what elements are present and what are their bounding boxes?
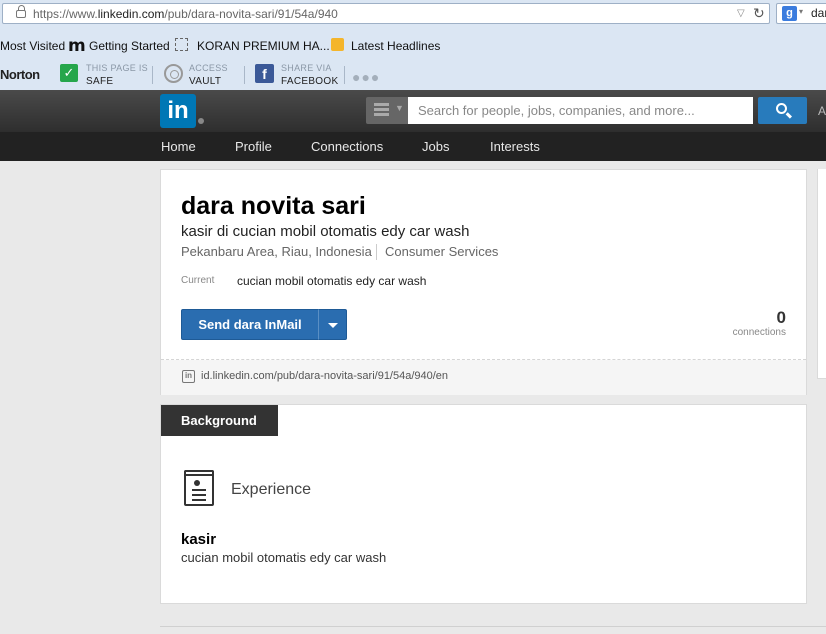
fb-big-label[interactable]: FACEBOOK bbox=[281, 76, 338, 87]
browser-search-text: dar bbox=[811, 6, 826, 20]
bookmark-getting-started[interactable]: Getting Started bbox=[89, 39, 170, 53]
vault-small-label[interactable]: ACCESS bbox=[189, 63, 228, 73]
job-company[interactable]: cucian mobil otomatis edy car wash bbox=[181, 550, 386, 565]
menu-icon bbox=[374, 103, 389, 117]
header-account-text[interactable]: A bbox=[818, 104, 826, 118]
fb-small-label[interactable]: SHARE VIA bbox=[281, 63, 332, 73]
rss-icon bbox=[331, 38, 344, 51]
bookmarks-bar: Most Visited m Getting Started KORAN PRE… bbox=[0, 28, 826, 60]
linkedin-header: in ▼ A bbox=[0, 90, 826, 132]
linkedin-small-icon: in bbox=[182, 370, 195, 383]
facebook-icon[interactable]: f bbox=[255, 64, 274, 83]
job-title: kasir bbox=[181, 531, 217, 548]
divider bbox=[376, 244, 377, 260]
current-position[interactable]: cucian mobil otomatis edy car wash bbox=[237, 274, 426, 288]
toolbar-separator bbox=[344, 66, 345, 84]
bookmark-koran-premium[interactable]: KORAN PREMIUM HA... bbox=[197, 39, 330, 53]
browser-url-bar: https://www.linkedin.com/pub/dara-novita… bbox=[0, 0, 826, 28]
lock-icon bbox=[16, 5, 26, 18]
m-icon: m bbox=[68, 36, 86, 56]
nav-interests[interactable]: Interests bbox=[490, 139, 540, 154]
norton-logo[interactable]: Norton bbox=[0, 67, 40, 82]
search-type-button[interactable]: ▼ bbox=[366, 97, 408, 124]
connections-label: connections bbox=[732, 327, 786, 338]
profile-card: dara novita sari kasir di cucian mobil o… bbox=[160, 169, 807, 395]
nav-jobs[interactable]: Jobs bbox=[422, 139, 449, 154]
reload-icon[interactable]: ↻ bbox=[753, 5, 765, 22]
public-profile-url[interactable]: id.linkedin.com/pub/dara-novita-sari/91/… bbox=[201, 370, 448, 382]
inmail-options-button[interactable] bbox=[318, 309, 347, 340]
background-tab: Background bbox=[161, 405, 278, 436]
resume-icon bbox=[184, 470, 214, 506]
vault-icon[interactable] bbox=[164, 64, 183, 83]
profile-industry[interactable]: Consumer Services bbox=[385, 244, 498, 259]
notification-dot-icon bbox=[198, 118, 204, 124]
chevron-down-icon[interactable]: ▾ bbox=[799, 7, 803, 16]
vault-big-label[interactable]: VAULT bbox=[189, 76, 221, 87]
search-input[interactable] bbox=[408, 97, 753, 124]
background-card: Background Experience kasir cucian mobil… bbox=[160, 404, 807, 604]
profile-headline: kasir di cucian mobil otomatis edy car w… bbox=[181, 223, 470, 240]
send-inmail-button[interactable]: Send dara InMail bbox=[181, 309, 319, 340]
bookmark-most-visited[interactable]: Most Visited bbox=[0, 39, 65, 53]
linkedin-logo[interactable]: in bbox=[160, 94, 196, 128]
url-dropdown-icon[interactable]: ▽ bbox=[737, 8, 745, 19]
sidebar-card-edge bbox=[817, 169, 826, 379]
browser-search-box[interactable]: g ▾ dar bbox=[776, 3, 826, 24]
caret-down-icon bbox=[328, 323, 338, 328]
nav-connections[interactable]: Connections bbox=[311, 139, 383, 154]
current-label: Current bbox=[181, 275, 215, 286]
page-icon bbox=[175, 38, 188, 51]
norton-toolbar: Norton ✓ THIS PAGE IS SAFE ACCESS VAULT … bbox=[0, 60, 826, 90]
profile-name: dara novita sari bbox=[181, 192, 366, 220]
search-button[interactable] bbox=[758, 97, 807, 124]
profile-location[interactable]: Pekanbaru Area, Riau, Indonesia bbox=[181, 244, 372, 259]
more-dots-icon[interactable]: ●●● bbox=[352, 69, 380, 85]
safe-big-label: SAFE bbox=[86, 76, 114, 87]
experience-heading: Experience bbox=[231, 481, 312, 498]
nav-profile[interactable]: Profile bbox=[235, 139, 272, 154]
main-nav: Home Profile Connections Jobs Interests bbox=[0, 132, 826, 161]
toolbar-separator bbox=[244, 66, 245, 84]
google-icon[interactable]: g bbox=[782, 6, 797, 21]
bookmark-latest-headlines[interactable]: Latest Headlines bbox=[351, 39, 440, 53]
nav-home[interactable]: Home bbox=[161, 139, 196, 154]
address-field[interactable]: https://www.linkedin.com/pub/dara-novita… bbox=[2, 3, 770, 24]
divider bbox=[160, 626, 826, 627]
chevron-down-icon: ▼ bbox=[395, 103, 404, 113]
toolbar-separator bbox=[152, 66, 153, 84]
search-icon bbox=[776, 103, 787, 114]
connections-count: 0 bbox=[776, 308, 786, 327]
url-text[interactable]: https://www.linkedin.com/pub/dara-novita… bbox=[33, 7, 338, 21]
public-profile-footer: in id.linkedin.com/pub/dara-novita-sari/… bbox=[161, 360, 806, 395]
check-icon[interactable]: ✓ bbox=[60, 64, 78, 82]
safe-small-label: THIS PAGE IS bbox=[86, 63, 148, 73]
